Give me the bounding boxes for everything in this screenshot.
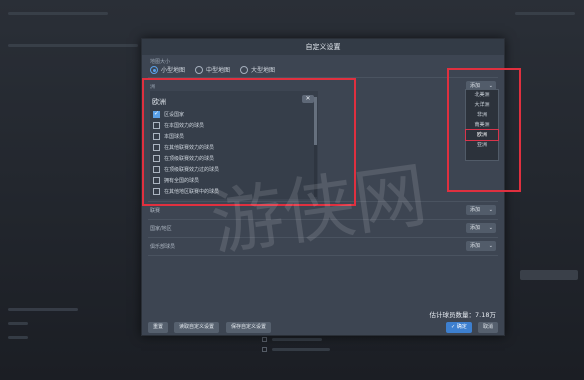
radio-large-map[interactable]: 大型地图 bbox=[240, 65, 275, 74]
bg-text-line bbox=[272, 348, 330, 351]
bg-checkbox bbox=[262, 347, 267, 352]
cancel-button[interactable]: 取消 bbox=[478, 322, 499, 333]
bg-button bbox=[520, 270, 578, 280]
radio-unselected-icon bbox=[240, 65, 249, 74]
radio-label: 大型地图 bbox=[251, 67, 276, 74]
chevron-down-icon: ⌄ bbox=[488, 225, 493, 231]
ok-button[interactable]: ✓ 确定 bbox=[446, 322, 472, 333]
divider bbox=[148, 255, 498, 256]
save-settings-button[interactable]: 保存自定义设置 bbox=[226, 322, 272, 333]
nation-section-label: 国家/地区 bbox=[150, 226, 172, 232]
estimated-player-count: 估计球员数量：7.18万 bbox=[429, 311, 496, 319]
radio-selected-icon bbox=[150, 65, 158, 74]
radio-label: 中型地图 bbox=[206, 67, 231, 74]
add-league-dropdown[interactable]: 添加 ⌄ bbox=[466, 205, 496, 215]
dropdown-label: 添加 bbox=[470, 207, 481, 213]
bg-text-line bbox=[8, 322, 28, 325]
bg-text-line bbox=[8, 336, 28, 339]
league-section-label: 联赛 bbox=[150, 208, 161, 214]
radio-unselected-icon bbox=[195, 65, 204, 74]
bg-text-line bbox=[515, 12, 575, 15]
map-size-radio-group: 小型地图 中型地图 大型地图 bbox=[150, 65, 275, 74]
bg-text-line bbox=[8, 308, 78, 311]
radio-label: 小型地图 bbox=[161, 67, 186, 74]
dropdown-label: 添加 bbox=[470, 225, 481, 231]
dropdown-label: 添加 bbox=[470, 243, 481, 249]
bg-text-line bbox=[8, 44, 138, 47]
club-section-label: 俱乐部球员 bbox=[150, 244, 176, 250]
dialog-title: 自定义设置 bbox=[142, 39, 504, 55]
radio-medium-map[interactable]: 中型地图 bbox=[195, 65, 230, 74]
bg-checkbox bbox=[262, 337, 267, 342]
load-settings-button[interactable]: 读取自定义设置 bbox=[174, 322, 220, 333]
map-size-label: 地图大小 bbox=[150, 59, 171, 65]
bg-text-line bbox=[272, 338, 322, 341]
highlight-box-continent-menu bbox=[447, 68, 521, 192]
bg-text-line bbox=[8, 12, 108, 15]
chevron-down-icon: ⌄ bbox=[488, 243, 493, 249]
reset-button[interactable]: 重置 bbox=[148, 322, 169, 333]
add-club-dropdown[interactable]: 添加 ⌄ bbox=[466, 241, 496, 251]
chevron-down-icon: ⌄ bbox=[488, 207, 493, 213]
radio-small-map[interactable]: 小型地图 bbox=[150, 65, 185, 74]
add-nation-dropdown[interactable]: 添加 ⌄ bbox=[466, 223, 496, 233]
